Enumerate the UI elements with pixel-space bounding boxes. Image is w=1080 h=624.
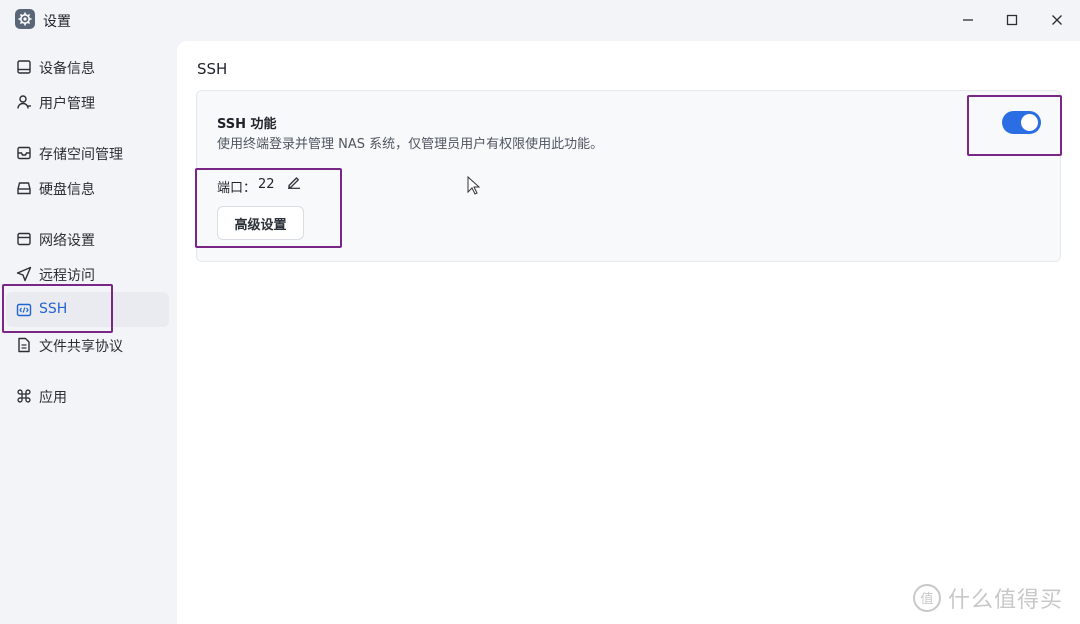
sidebar-item-label: 远程访问 (39, 268, 95, 284)
sidebar: 设备信息 用户管理 存储空间管理 硬盘信息 网络设置 远程访问 SSH 文件共享… (0, 40, 177, 624)
device-icon (17, 60, 31, 74)
sidebar-item-remote-access[interactable]: 远程访问 (6, 256, 169, 291)
edit-icon[interactable] (287, 175, 301, 189)
sidebar-item-apps[interactable]: 应用 (6, 378, 169, 413)
window-title: 设置 (43, 14, 71, 30)
toggle-knob (1021, 114, 1038, 131)
disk-icon (17, 182, 31, 195)
title-bar: 设置 (0, 0, 1080, 40)
sidebar-item-label: 应用 (39, 390, 67, 406)
storage-icon (17, 146, 31, 160)
apps-icon (17, 389, 31, 403)
file-icon (18, 337, 30, 353)
maximize-icon[interactable] (1001, 9, 1023, 31)
sidebar-item-label: 文件共享协议 (39, 339, 123, 355)
remote-icon (16, 266, 32, 282)
port-label: 端口： (217, 181, 257, 196)
network-icon (17, 232, 31, 246)
svg-text:值: 值 (920, 591, 933, 607)
ssh-function-description: 使用终端登录并管理 NAS 系统，仅管理员用户有权限使用此功能。 (217, 137, 604, 152)
sidebar-item-disk-info[interactable]: 硬盘信息 (6, 170, 169, 205)
sidebar-item-label: 硬盘信息 (39, 182, 95, 198)
gear-icon (15, 9, 35, 29)
page-title: SSH (197, 60, 228, 78)
sidebar-item-ssh[interactable]: SSH (6, 292, 169, 327)
sidebar-item-label: 网络设置 (39, 233, 95, 249)
ssh-function-title: SSH 功能 (217, 117, 277, 132)
port-value: 22 (258, 177, 275, 192)
ssh-toggle[interactable] (1002, 111, 1041, 134)
sidebar-item-label: 存储空间管理 (39, 147, 123, 163)
sidebar-item-user-management[interactable]: 用户管理 (6, 84, 169, 119)
sidebar-item-device-info[interactable]: 设备信息 (6, 49, 169, 84)
minimize-icon[interactable] (957, 9, 979, 31)
code-icon (16, 303, 32, 317)
sidebar-item-network[interactable]: 网络设置 (6, 221, 169, 256)
user-icon (17, 95, 31, 109)
watermark-text: 什么值得买 (948, 588, 1064, 613)
main-panel: SSH SSH 功能 使用终端登录并管理 NAS 系统，仅管理员用户有权限使用此… (177, 41, 1080, 624)
sidebar-item-storage[interactable]: 存储空间管理 (6, 135, 169, 170)
close-icon[interactable] (1046, 9, 1068, 31)
sidebar-item-label: SSH (39, 301, 68, 317)
sidebar-item-label: 设备信息 (39, 61, 95, 77)
mouse-cursor-icon (467, 176, 481, 195)
watermark-logo-icon: 值 (913, 584, 941, 612)
sidebar-item-file-sharing[interactable]: 文件共享协议 (6, 327, 169, 362)
ssh-settings-card: SSH 功能 使用终端登录并管理 NAS 系统，仅管理员用户有权限使用此功能。 … (196, 90, 1061, 262)
sidebar-item-label: 用户管理 (39, 96, 95, 112)
watermark: 值 什么值得买 (912, 582, 1063, 614)
advanced-settings-button[interactable]: 高级设置 (217, 206, 304, 240)
